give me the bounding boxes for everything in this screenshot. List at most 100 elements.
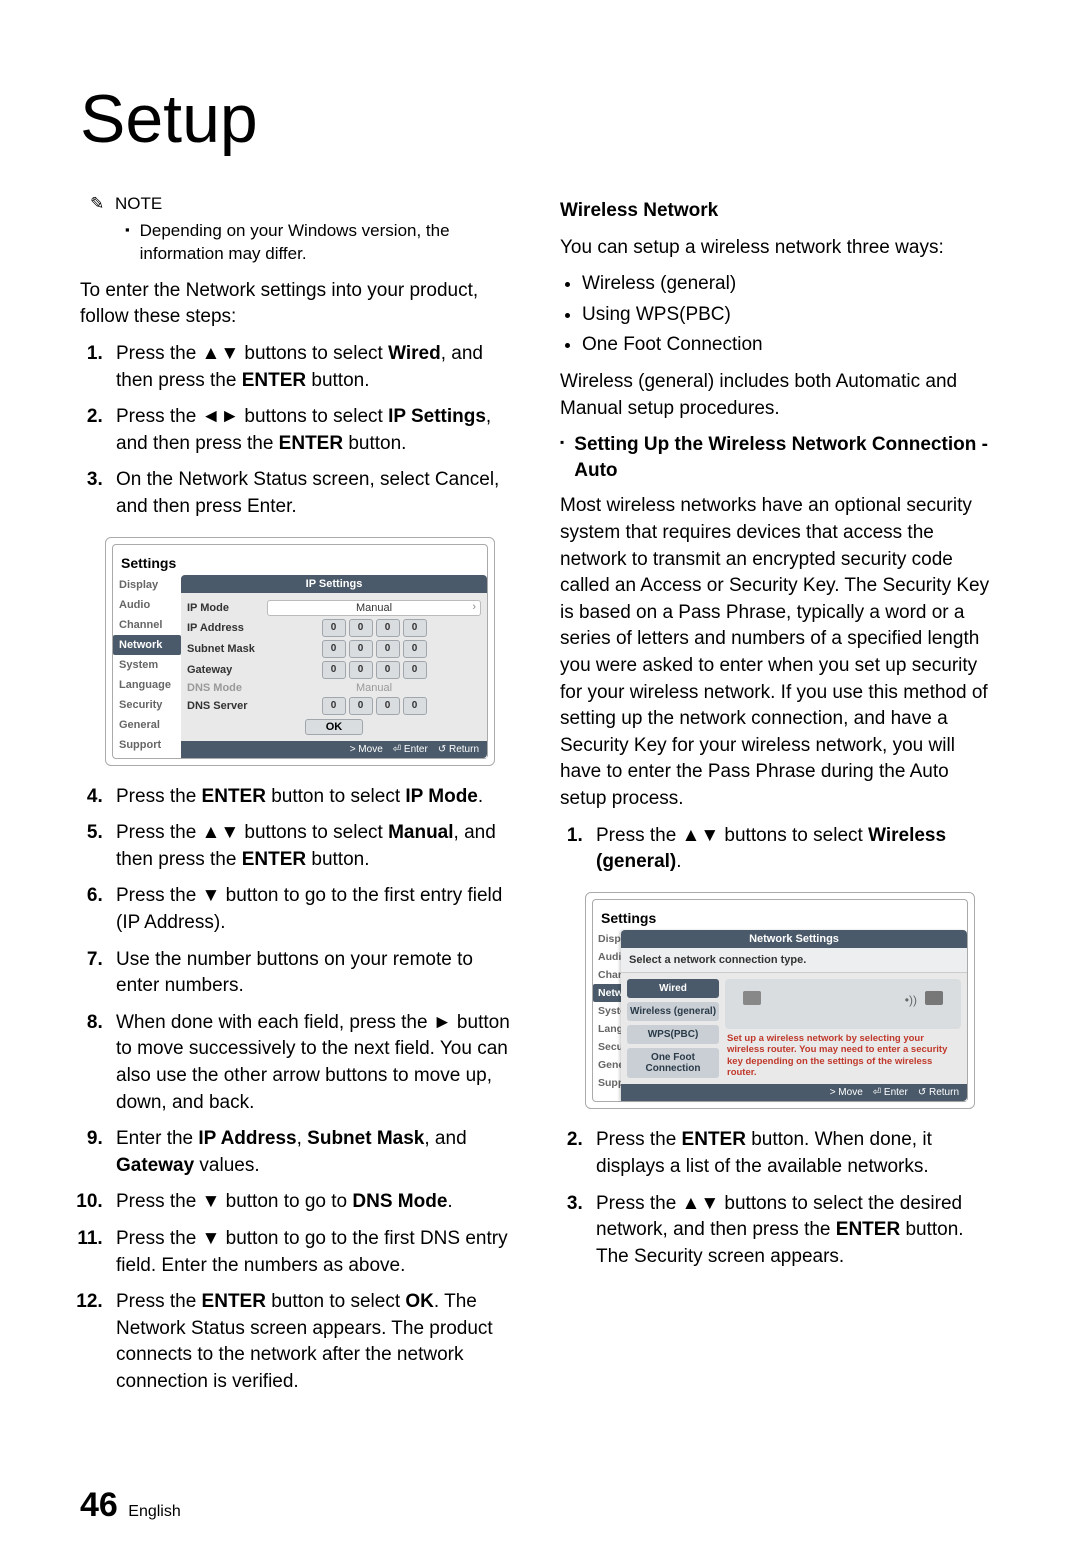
settings-row: Gateway0000 [187,661,481,679]
footer-hint: > Move [350,744,383,755]
footer-hint: ⏎ Enter [393,744,428,755]
step-item: Press the ▲▼ buttons to select Wired, an… [108,341,520,394]
square-bullet-icon: ▪ [560,432,564,483]
right-column: Wireless Network You can setup a wireles… [560,188,1000,1406]
ip-octet-input[interactable]: 0 [376,661,400,679]
screenshot-network-settings: Settings DisplAudiChanNetwSysteLangSecuG… [585,892,975,1110]
settings-row: Subnet Mask0000 [187,640,481,658]
row-label: DNS Mode [187,682,267,694]
footer-hint: > Move [830,1087,863,1098]
screenshot-title: Settings [113,551,487,575]
wireless-after-bullets: Wireless (general) includes both Automat… [560,369,1000,422]
note-icon: ✎ [90,194,104,213]
sidebar-item[interactable]: Display [113,575,181,595]
ip-octet-input[interactable]: 0 [349,640,373,658]
router-icon [925,991,943,1005]
step-item: Press the ▼ button to go to the first en… [108,883,520,936]
sidebar-item[interactable]: System [113,655,181,675]
manual-page: Setup ✎ NOTE ▪ Depending on your Windows… [0,0,1080,1565]
wireless-intro: You can setup a wireless network three w… [560,235,1000,262]
method-item: One Foot Connection [582,332,1000,359]
sidebar-item[interactable]: Channel [113,615,181,635]
settings-row: DNS ModeManual [187,682,481,694]
page-number: 46 [80,1486,118,1524]
page-title: Setup [80,80,1000,158]
pane-footer: > Move⏎ Enter↺ Return [621,1084,967,1101]
connection-option[interactable]: Wireless (general) [627,1002,719,1021]
step-item: Press the ENTER button to select IP Mode… [108,784,520,811]
connection-type-list: Wired Wireless (general) WPS(PBC) One Foot … [627,979,719,1079]
ip-octet-input[interactable]: 0 [376,640,400,658]
page-footer: 46 English [80,1486,1000,1525]
connection-graphic: •)) [725,979,961,1029]
sub-heading-text: Setting Up the Wireless Network Connecti… [574,432,1000,483]
pane-header: Network Settings [621,930,967,948]
row-label: DNS Server [187,700,267,712]
page-language: English [128,1503,180,1520]
steps-list-r2: Press the ENTER button. When done, it di… [560,1127,1000,1270]
ip-octet-input[interactable]: 0 [376,697,400,715]
step-item: Use the number buttons on your remote to… [108,947,520,1000]
ip-octet-input[interactable]: 0 [322,640,346,658]
pane-header: IP Settings [181,575,487,593]
step-item: Press the ▲▼ buttons to select the desir… [588,1191,1000,1271]
ok-button[interactable]: OK [305,719,363,735]
ip-octet-input[interactable]: 0 [322,697,346,715]
footer-hint: ↺ Return [918,1087,959,1098]
settings-sidebar: DisplayAudioChannelNetworkSystemLanguage… [113,575,181,758]
row-label: IP Mode [187,602,267,614]
sidebar-item[interactable]: Audio [113,595,181,615]
dropdown[interactable]: Manual [267,600,481,616]
connection-option[interactable]: Wired [627,979,719,998]
method-item: Using WPS(PBC) [582,302,1000,329]
ip-octet-input[interactable]: 0 [349,619,373,637]
note-text: Depending on your Windows version, the i… [140,220,520,266]
ip-octet-input[interactable]: 0 [349,661,373,679]
wireless-methods-list: Wireless (general) Using WPS(PBC) One Foot… [560,271,1000,359]
sidebar-item[interactable]: Language [113,675,181,695]
ip-octet-input[interactable]: 0 [403,697,427,715]
row-label: Subnet Mask [187,643,267,655]
wireless-para: Most wireless networks have an optional … [560,493,1000,812]
note-bullet: ▪ Depending on your Windows version, the… [125,220,520,266]
row-label: Gateway [187,664,267,676]
connection-option[interactable]: WPS(PBC) [627,1025,719,1044]
step-item: Press the ▲▼ buttons to select Manual, a… [108,820,520,873]
step-item: Press the ENTER button to select OK. The… [108,1289,520,1395]
device-icon [743,991,761,1005]
note-label: NOTE [115,194,162,213]
footer-hint: ↺ Return [438,744,479,755]
step-item: Press the ENTER button. When done, it di… [588,1127,1000,1180]
steps-list-a: Press the ▲▼ buttons to select Wired, an… [80,341,520,521]
ip-rows: IP ModeManualIP Address0000Subnet Mask00… [181,593,487,741]
pane-description: Select a network connection type. [621,948,967,973]
settings-row: DNS Server0000 [187,697,481,715]
network-settings-pane: Network Settings Select a network connec… [621,930,967,1102]
step-item: Press the ◄► buttons to select IP Settin… [108,404,520,457]
settings-row: IP Address0000 [187,619,481,637]
ip-octet-input[interactable]: 0 [403,619,427,637]
pane-footer: > Move ⏎ Enter ↺ Return [181,741,487,758]
screenshot-ip-settings: Settings DisplayAudioChannelNetworkSyste… [105,537,495,766]
step-item: Enter the IP Address, Subnet Mask, and G… [108,1126,520,1179]
ip-octet-input[interactable]: 0 [349,697,373,715]
ip-octet-input[interactable]: 0 [322,661,346,679]
sub-heading-auto: ▪ Setting Up the Wireless Network Connec… [560,432,1000,483]
row-value: Manual [267,682,481,694]
sidebar-item[interactable]: Security [113,695,181,715]
step-item: Press the ▲▼ buttons to select Wireless … [588,823,1000,876]
steps-list-r1: Press the ▲▼ buttons to select Wireless … [560,823,1000,876]
ip-octet-input[interactable]: 0 [403,640,427,658]
wireless-heading: Wireless Network [560,198,1000,225]
ip-octet-input[interactable]: 0 [376,619,400,637]
ip-settings-pane: IP Settings IP ModeManualIP Address0000S… [181,575,487,758]
note-heading: ✎ NOTE [90,194,520,214]
sidebar-item[interactable]: Support [113,735,181,755]
sidebar-item[interactable]: Network [113,635,181,655]
ip-octet-input[interactable]: 0 [403,661,427,679]
connection-option[interactable]: One Foot Connection [627,1048,719,1078]
ip-octet-input[interactable]: 0 [322,619,346,637]
sidebar-item[interactable]: General [113,715,181,735]
method-item: Wireless (general) [582,271,1000,298]
steps-list-b: Press the ENTER button to select IP Mode… [80,784,520,1396]
